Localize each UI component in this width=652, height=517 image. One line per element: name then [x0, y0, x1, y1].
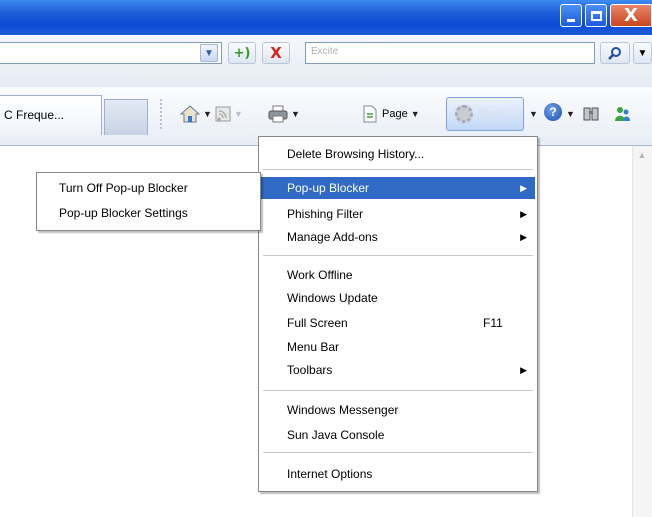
maximize-button[interactable]	[585, 4, 607, 27]
submenu-item-popup-blocker-settings[interactable]: Pop-up Blocker Settings	[39, 202, 258, 224]
go-button[interactable]: +)	[228, 42, 256, 64]
page-menu-button[interactable]: Page ▼	[362, 101, 420, 127]
menu-separator	[263, 390, 533, 391]
help-button[interactable]: ?	[544, 103, 562, 121]
vertical-scrollbar[interactable]	[632, 146, 652, 517]
gear-icon	[455, 105, 473, 123]
search-icon	[608, 47, 621, 60]
toolbar-grip	[160, 99, 165, 129]
page-label: Page	[382, 108, 408, 120]
maximize-icon	[590, 10, 602, 21]
new-tab-button[interactable]	[104, 99, 148, 135]
messenger-button[interactable]	[612, 101, 632, 127]
menu-item-label: Windows Messenger	[287, 403, 399, 417]
minimize-button[interactable]	[560, 4, 582, 27]
stop-button[interactable]: X	[262, 42, 290, 64]
menu-item-label: Phishing Filter	[287, 207, 364, 221]
address-dropdown-button[interactable]: ▼	[200, 44, 218, 62]
address-input[interactable]	[0, 42, 222, 64]
scroll-up-arrow[interactable]: ▲	[635, 150, 649, 164]
menu-item-full-screen[interactable]: Full Screen F11	[261, 312, 535, 334]
menu-item-sun-java-console[interactable]: Sun Java Console	[261, 424, 535, 446]
menu-item-windows-update[interactable]: Windows Update	[261, 287, 535, 309]
menu-item-label: Internet Options	[287, 467, 373, 481]
title-bar: X	[0, 0, 652, 35]
go-icon: +)	[233, 45, 251, 61]
help-dropdown-arrow[interactable]: ▼	[563, 101, 575, 127]
menu-item-work-offline[interactable]: Work Offline	[261, 264, 535, 286]
menu-item-label: Menu Bar	[287, 340, 340, 354]
menu-item-label: Toolbars	[287, 363, 333, 377]
menu-separator	[263, 255, 533, 256]
menu-item-label: Work Offline	[287, 268, 353, 282]
tools-menu-button[interactable]: Tools	[446, 97, 524, 131]
search-placeholder: Excite	[311, 46, 339, 57]
help-icon: ?	[549, 105, 557, 119]
close-button[interactable]: X	[610, 4, 652, 27]
menu-item-internet-options[interactable]: Internet Options	[261, 463, 535, 485]
menu-item-phishing-filter[interactable]: Phishing Filter ▶	[261, 203, 535, 225]
research-icon	[583, 107, 599, 121]
menu-item-label: Full Screen	[287, 316, 348, 330]
popup-blocker-submenu: Turn Off Pop-up Blocker Pop-up Blocker S…	[36, 172, 261, 231]
menu-separator	[263, 169, 533, 170]
tools-dropdown-arrow[interactable]: ▼	[526, 101, 538, 127]
search-button[interactable]	[600, 42, 630, 64]
tools-label: Tools	[479, 108, 505, 120]
menu-item-manage-add-ons[interactable]: Manage Add-ons ▶	[261, 226, 535, 248]
submenu-item-turn-off-popup-blocker[interactable]: Turn Off Pop-up Blocker	[39, 177, 258, 199]
print-icon	[268, 105, 288, 123]
tools-menu: Delete Browsing History... Pop-up Blocke…	[258, 136, 538, 492]
tab-active[interactable]: C Freque...	[0, 95, 102, 135]
feeds-button[interactable]: ▼	[215, 101, 243, 127]
minimize-icon	[567, 18, 575, 22]
shortcut-label: F11	[483, 316, 503, 330]
chevron-down-icon: ▼	[203, 109, 212, 119]
menu-item-label: Manage Add-ons	[287, 230, 378, 244]
submenu-arrow-icon: ▶	[520, 182, 527, 193]
menu-item-windows-messenger[interactable]: Windows Messenger	[261, 399, 535, 421]
submenu-arrow-icon: ▶	[520, 231, 527, 242]
chevron-down-icon: ▼	[291, 109, 300, 119]
dropdown-arrow-icon: ▼	[637, 47, 648, 59]
chevron-down-icon: ▼	[529, 109, 538, 119]
stop-icon: X	[270, 44, 282, 62]
messenger-icon	[615, 107, 630, 121]
menu-item-label: Windows Update	[287, 291, 378, 305]
tab-label: C Freque...	[4, 108, 65, 122]
close-icon: X	[624, 5, 638, 26]
chevron-down-icon: ▼	[234, 109, 243, 119]
chevron-down-icon: ▼	[410, 109, 420, 119]
search-options-button[interactable]: ▼	[633, 42, 652, 64]
page-icon	[363, 105, 377, 123]
menu-item-label: Sun Java Console	[287, 428, 385, 442]
menu-item-label: Delete Browsing History...	[287, 147, 425, 161]
address-toolbar: ▼ +) X Excite ▼	[0, 35, 652, 88]
search-input[interactable]: Excite	[305, 42, 595, 64]
menu-item-menu-bar[interactable]: Menu Bar	[261, 336, 535, 358]
dropdown-arrow-icon: ▼	[204, 47, 214, 59]
home-button[interactable]: ▼	[180, 101, 212, 127]
research-button[interactable]	[582, 101, 600, 127]
menu-separator	[263, 452, 533, 453]
feeds-icon	[215, 106, 231, 122]
menu-item-label: Pop-up Blocker	[287, 181, 370, 195]
chevron-down-icon: ▼	[566, 109, 575, 119]
home-icon	[180, 105, 200, 123]
print-button[interactable]: ▼	[268, 101, 300, 127]
submenu-arrow-icon: ▶	[520, 208, 527, 219]
submenu-arrow-icon: ▶	[520, 364, 527, 375]
submenu-item-label: Turn Off Pop-up Blocker	[59, 181, 188, 195]
menu-item-toolbars[interactable]: Toolbars ▶	[261, 359, 535, 381]
menu-item-delete-browsing-history[interactable]: Delete Browsing History...	[261, 143, 535, 165]
submenu-item-label: Pop-up Blocker Settings	[59, 206, 188, 220]
menu-item-popup-blocker[interactable]: Pop-up Blocker ▶	[261, 177, 535, 199]
